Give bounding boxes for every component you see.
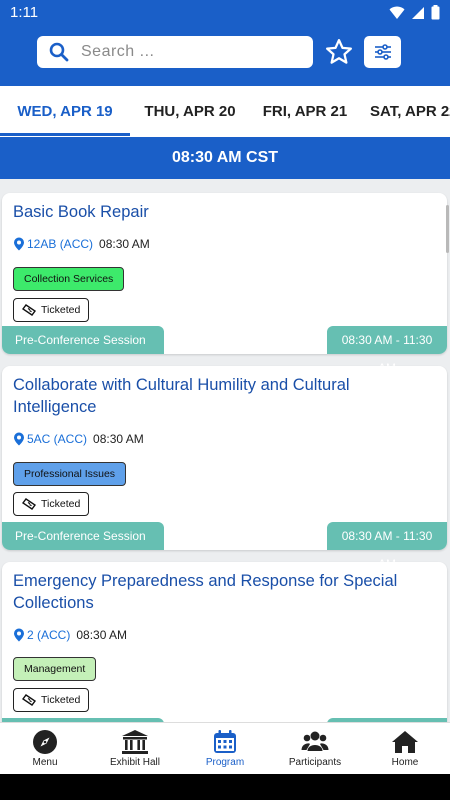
sliders-icon: [374, 44, 391, 60]
wifi-icon: [389, 6, 405, 19]
people-icon: [301, 731, 329, 751]
ticket-icon: [22, 498, 36, 510]
bottom-nav: Menu Exhibit Hall Program Participants H…: [0, 722, 450, 774]
nav-home[interactable]: Home: [360, 723, 450, 774]
session-list[interactable]: Basic Book Repair 12AB (ACC) 08:30 AM Co…: [0, 179, 450, 722]
nav-program[interactable]: Program: [180, 723, 270, 774]
session-start-time: 08:30 AM: [76, 628, 128, 642]
tab-fri-apr-21[interactable]: FRI, APR 21: [250, 86, 360, 137]
status-icons: [389, 5, 440, 20]
session-start-time: 08:30 AM: [99, 237, 150, 251]
ticketed-badge: Ticketed: [13, 492, 90, 516]
tab-thu-apr-20[interactable]: THU, APR 20: [130, 86, 250, 137]
session-room: 5AC (ACC): [27, 432, 88, 446]
status-time: 1:11: [10, 4, 39, 21]
nav-participants[interactable]: Participants: [270, 723, 360, 774]
category-badge: Collection Services: [13, 267, 125, 291]
filter-button[interactable]: [364, 36, 401, 68]
session-start-time: 08:30 AM: [93, 432, 144, 446]
category-badge: Professional Issues: [13, 462, 127, 486]
ticket-icon: [22, 304, 36, 316]
ticketed-badge: Ticketed: [13, 298, 90, 322]
scrollbar[interactable]: [446, 205, 449, 253]
calendar-icon: [214, 730, 236, 753]
cell-signal-icon: [412, 6, 424, 19]
session-type: Pre-Conference Session: [2, 326, 164, 354]
ticketed-label: Ticketed: [41, 497, 81, 510]
session-location: 12AB (ACC) 08:30 AM: [13, 237, 150, 251]
building-icon: [122, 730, 148, 754]
active-tab-indicator: [0, 133, 130, 136]
tab-wed-apr-19[interactable]: WED, APR 19: [0, 86, 130, 137]
nav-participants-label: Participants: [288, 757, 342, 768]
search-bar[interactable]: [37, 36, 313, 68]
session-title[interactable]: Collaborate with Cultural Humility and C…: [13, 374, 433, 418]
ticketed-label: Ticketed: [41, 693, 81, 706]
ticket-icon: [22, 694, 36, 706]
map-pin-icon: [14, 432, 24, 446]
nav-program-label: Program: [205, 757, 245, 768]
session-card[interactable]: Basic Book Repair 12AB (ACC) 08:30 AM Co…: [2, 193, 447, 375]
status-bar: 1:11: [0, 0, 450, 26]
session-room: 12AB (ACC): [27, 237, 94, 251]
battery-icon: [431, 5, 440, 20]
map-pin-icon: [14, 628, 24, 642]
session-time-range: 08:30 AM - 11:30 AM: [327, 522, 447, 571]
search-icon: [49, 42, 69, 62]
nav-exhibit-hall[interactable]: Exhibit Hall: [90, 723, 180, 774]
day-tabs: WED, APR 19 THU, APR 20 FRI, APR 21 SAT,…: [0, 86, 450, 137]
app-header: [0, 26, 450, 86]
ticketed-label: Ticketed: [41, 303, 81, 316]
session-title[interactable]: Basic Book Repair: [13, 201, 433, 223]
nav-menu-label: Menu: [32, 757, 58, 768]
system-navigation-bar: [0, 774, 450, 800]
session-location: 5AC (ACC) 08:30 AM: [13, 432, 144, 446]
session-type: Pre-Conference Session: [2, 522, 164, 550]
star-icon: [326, 39, 352, 64]
map-pin-icon: [14, 237, 24, 251]
time-slot-header: 08:30 AM CST: [0, 137, 450, 179]
home-icon: [392, 731, 418, 753]
tab-sat-apr-22[interactable]: SAT, APR 22: [360, 86, 450, 137]
category-badge: Management: [13, 657, 97, 681]
session-location: 2 (ACC) 08:30 AM: [13, 628, 127, 642]
search-input[interactable]: [81, 43, 281, 61]
favorites-button[interactable]: [323, 36, 355, 68]
session-card[interactable]: Collaborate with Cultural Humility and C…: [2, 366, 447, 571]
compass-icon: [33, 730, 57, 754]
session-room: 2 (ACC): [27, 628, 71, 642]
session-time-range: 08:30 AM - 11:30 AM: [327, 326, 447, 375]
session-card[interactable]: Emergency Preparedness and Response for …: [2, 562, 447, 722]
nav-home-label: Home: [391, 757, 419, 768]
session-title[interactable]: Emergency Preparedness and Response for …: [13, 570, 433, 614]
ticketed-badge: Ticketed: [13, 688, 90, 712]
nav-exhibit-hall-label: Exhibit Hall: [109, 757, 161, 768]
nav-menu[interactable]: Menu: [0, 723, 90, 774]
